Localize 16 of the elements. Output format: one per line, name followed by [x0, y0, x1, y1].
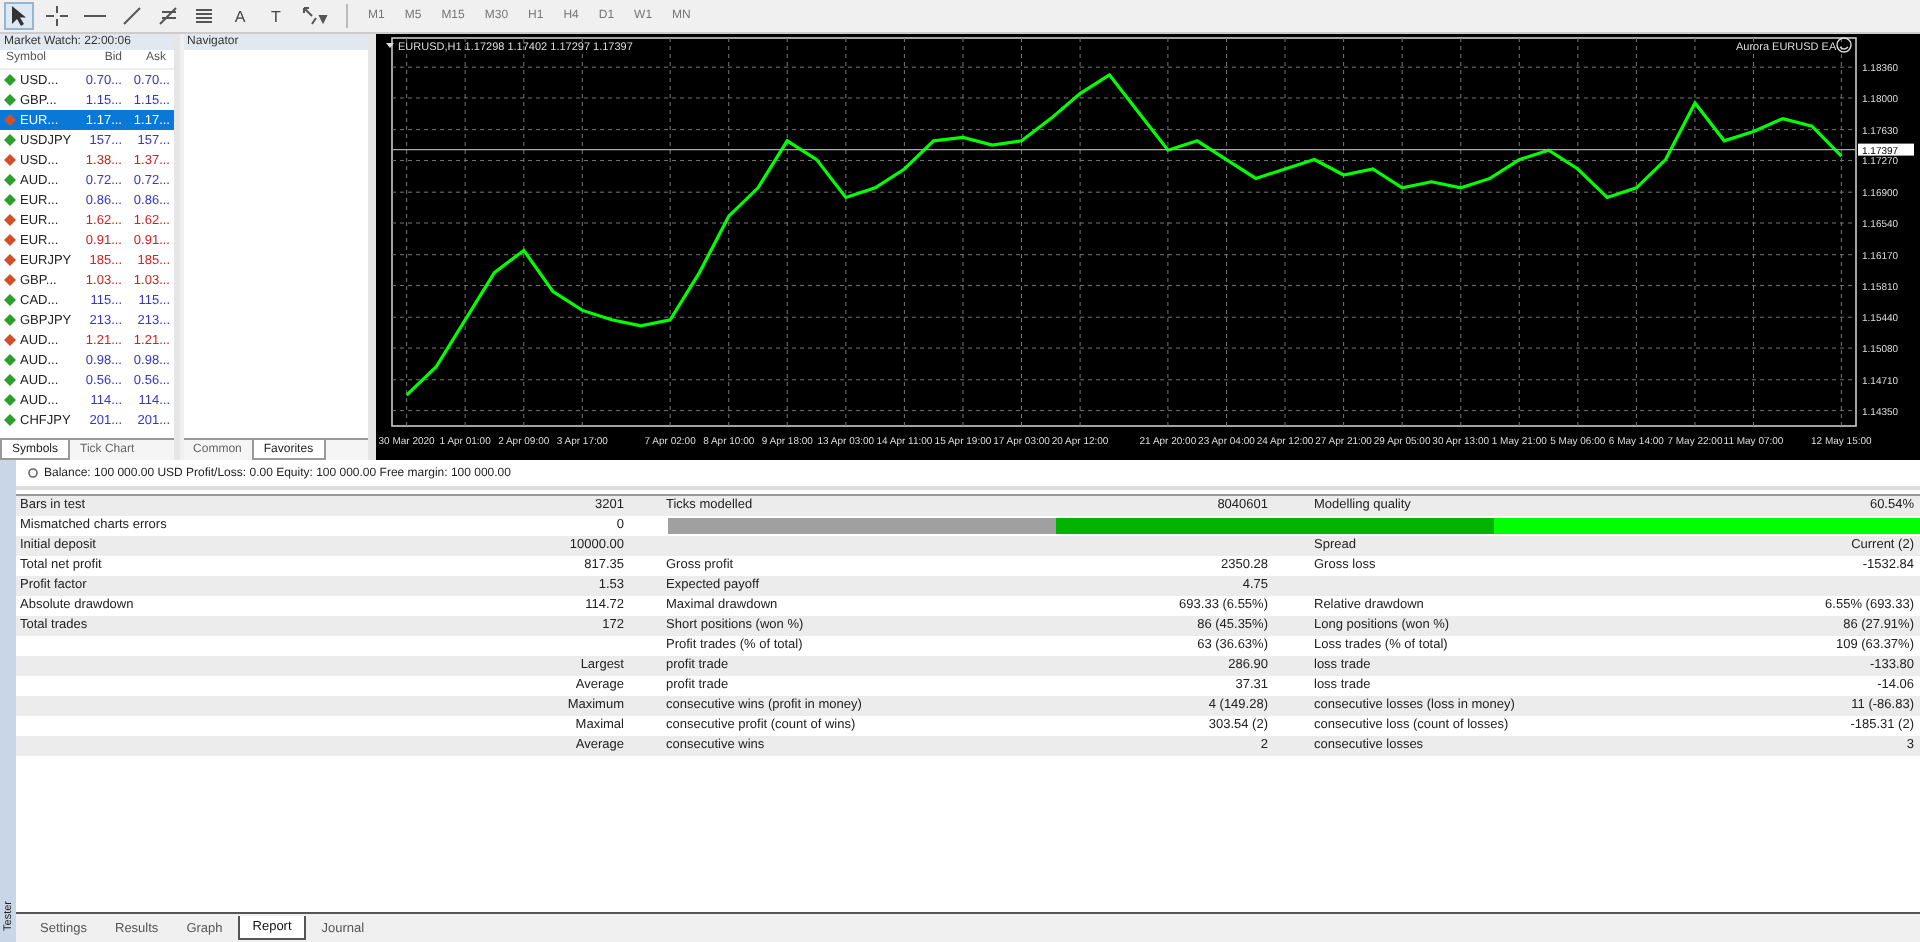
triangle-icon — [386, 43, 394, 48]
crosshair-tool-button[interactable] — [42, 2, 72, 30]
cursor-icon — [10, 6, 28, 26]
fibonacci-icon — [158, 6, 178, 26]
arrows-icon — [302, 6, 328, 26]
arrows-tool-button[interactable] — [298, 2, 332, 30]
label-tool-button[interactable]: T — [262, 2, 290, 30]
trendline-tool-button[interactable] — [118, 2, 146, 30]
text-tool-button[interactable]: A — [226, 2, 254, 30]
crosshair-icon — [46, 6, 68, 26]
fibo-tool-button[interactable] — [154, 2, 182, 30]
lines-icon — [194, 6, 214, 26]
trendline-icon — [122, 6, 142, 26]
cursor-tool-button[interactable] — [4, 2, 34, 30]
smiley-icon — [1836, 37, 1852, 53]
dot-icon — [28, 468, 38, 478]
